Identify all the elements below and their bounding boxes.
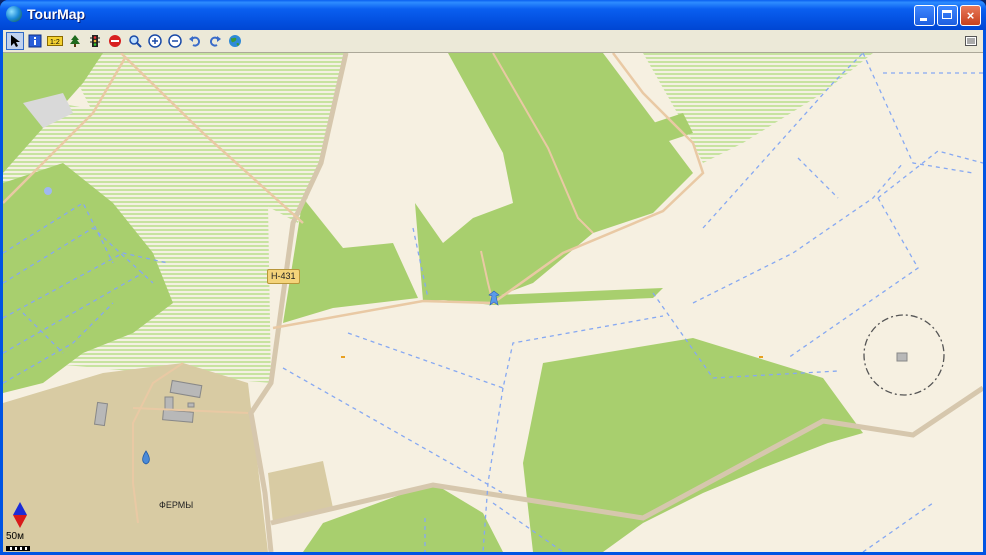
globe-icon xyxy=(229,35,241,47)
globe-tool-button[interactable] xyxy=(226,32,244,50)
list-icon xyxy=(965,36,977,46)
redo-tool-button[interactable] xyxy=(206,32,224,50)
no-entry-icon xyxy=(109,35,121,47)
forest-center xyxy=(415,53,693,301)
place-label: ФЕРМЫ xyxy=(159,500,194,510)
close-button[interactable]: × xyxy=(960,5,981,26)
farm-building xyxy=(187,402,195,408)
pointer-tool-button[interactable] xyxy=(6,32,24,50)
zoom-in-icon xyxy=(148,34,162,48)
window-title: TourMap xyxy=(27,6,86,22)
map-view[interactable]: Н-431 ФЕРМЫ 50м xyxy=(3,53,983,552)
info-tool-button[interactable] xyxy=(26,32,44,50)
traffic-tool-button[interactable] xyxy=(86,32,104,50)
globe-icon xyxy=(6,6,22,22)
traffic-light-icon xyxy=(90,35,100,47)
scale-label: 50м xyxy=(6,531,24,542)
forest-clearing-left xyxy=(283,198,418,323)
tree-tool-button[interactable] xyxy=(66,32,84,50)
small-marker xyxy=(759,356,763,358)
minimize-icon xyxy=(920,18,927,21)
zoom-out-icon xyxy=(168,34,182,48)
striped-field-northeast xyxy=(643,53,873,163)
arrow-cursor-icon xyxy=(11,35,20,47)
app-window: TourMap × 1:2 Н-431 ФЕРМЫ 50м xyxy=(0,0,986,555)
road-label: Н-431 xyxy=(267,269,300,284)
maximize-icon xyxy=(942,10,952,19)
small-pond xyxy=(44,187,52,195)
magnifier-icon xyxy=(129,35,142,48)
title-bar[interactable]: TourMap × xyxy=(0,0,986,30)
undo-icon xyxy=(189,36,201,47)
small-marker xyxy=(341,356,345,358)
list-tool-button[interactable] xyxy=(962,32,980,50)
minimize-button[interactable] xyxy=(914,5,935,26)
info-icon xyxy=(28,34,42,48)
redo-icon xyxy=(209,36,221,47)
tree-icon xyxy=(70,35,80,47)
circle-building xyxy=(896,352,908,362)
search-tool-button[interactable] xyxy=(126,32,144,50)
zoom-in-tool-button[interactable] xyxy=(146,32,164,50)
ruler-icon: 1:2 xyxy=(47,36,63,46)
undo-tool-button[interactable] xyxy=(186,32,204,50)
measure-tool-button[interactable]: 1:2 xyxy=(46,32,64,50)
forest-south xyxy=(523,338,863,552)
close-icon: × xyxy=(966,8,975,23)
ruler-text: 1:2 xyxy=(50,39,60,46)
farm-building xyxy=(162,409,194,423)
maximize-button[interactable] xyxy=(937,5,958,26)
zoom-out-tool-button[interactable] xyxy=(166,32,184,50)
scale-bar xyxy=(6,546,30,551)
map-canvas xyxy=(3,53,983,552)
farm-area xyxy=(3,363,268,552)
toolbar: 1:2 xyxy=(3,30,983,53)
stop-tool-button[interactable] xyxy=(106,32,124,50)
